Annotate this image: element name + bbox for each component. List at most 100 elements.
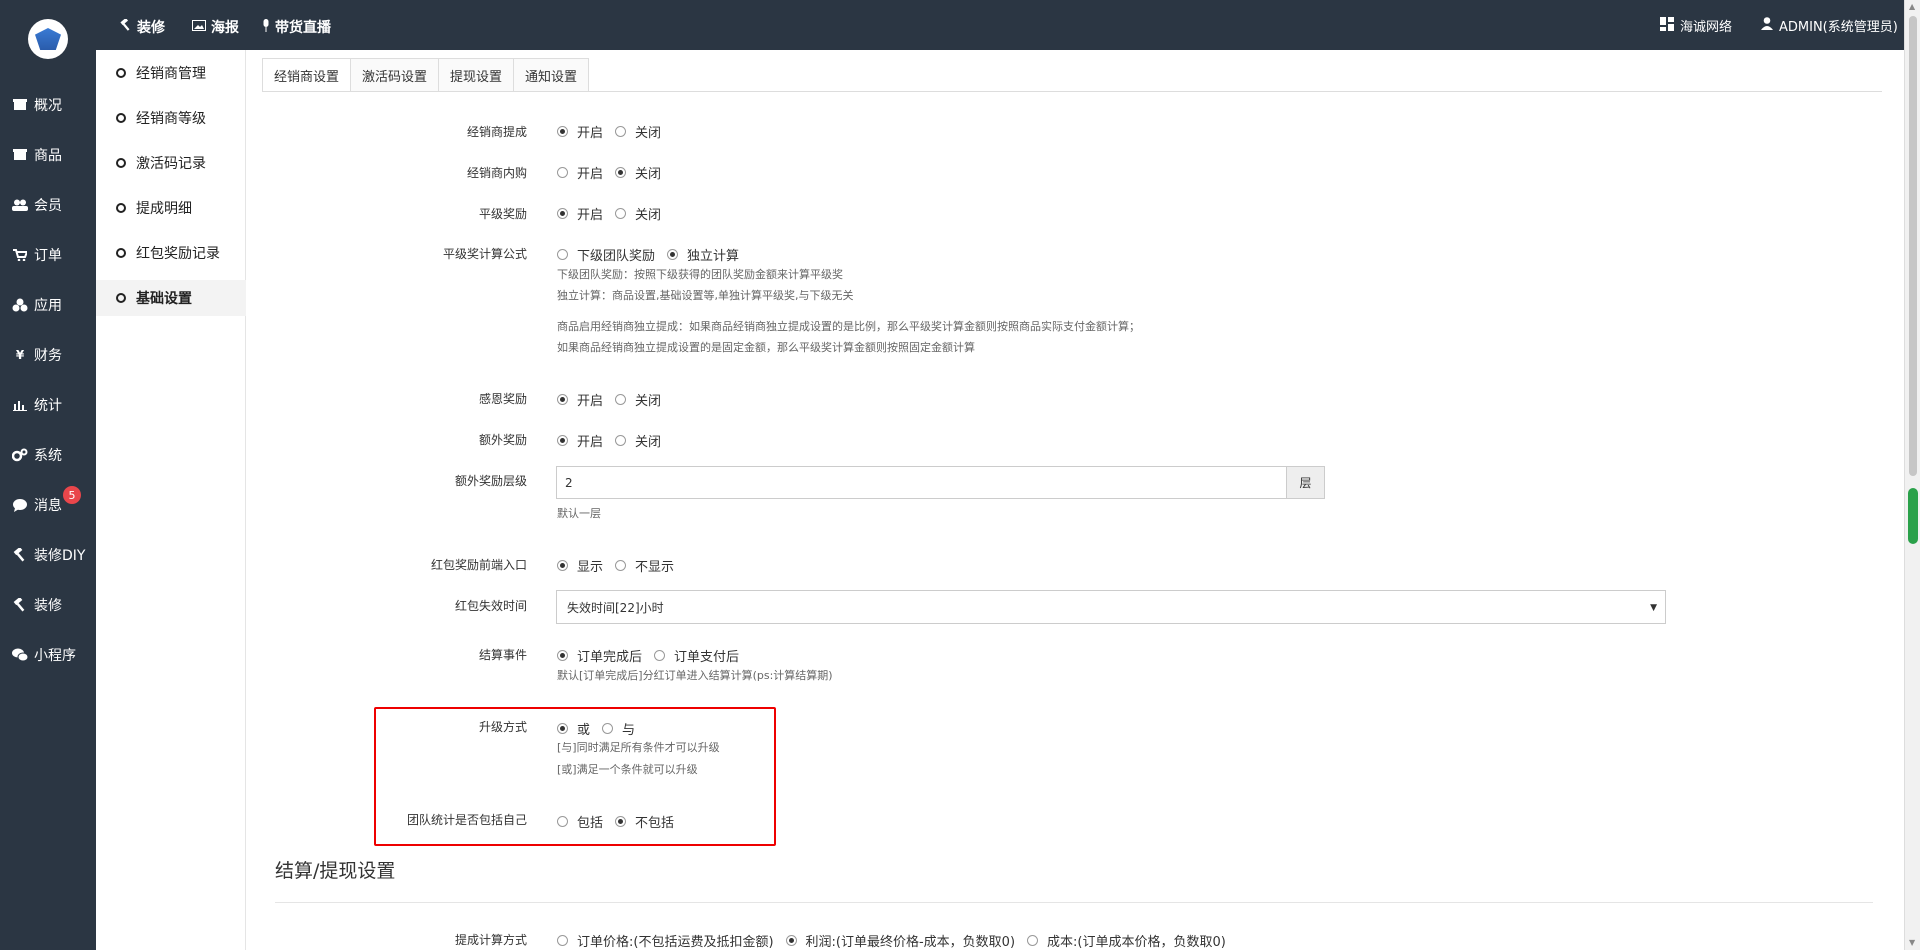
nav-messages[interactable]: 消息: [0, 485, 96, 525]
nav-miniprogram[interactable]: 小程序: [0, 635, 96, 675]
radio-label: 成本:(订单成本价格，负数取0): [1047, 935, 1226, 950]
radio-calc-cost[interactable]: 成本:(订单成本价格，负数取0): [1027, 931, 1226, 950]
tab-notify-settings[interactable]: 通知设置: [513, 58, 590, 92]
package-icon: [12, 148, 28, 162]
radio-commission-on[interactable]: 开启: [557, 122, 603, 141]
label-redpack-entry: 红包奖励前端入口: [430, 558, 527, 572]
radio-redpack-show[interactable]: 显示: [557, 556, 603, 575]
label-extra-level: 额外奖励层级: [454, 474, 527, 488]
subnav-item-basic-settings[interactable]: 基础设置: [96, 280, 246, 316]
page-scrollbar[interactable]: ▲ ▼: [1904, 0, 1920, 950]
radio-label: 关闭: [635, 126, 662, 141]
subnav-label: 提成明细: [136, 201, 192, 217]
image-icon: [192, 19, 206, 35]
subnav-item-dealer-manage[interactable]: 经销商管理: [96, 55, 246, 91]
radio-dot: [557, 249, 568, 260]
radio-dot: [615, 560, 627, 571]
radio-label: 不包括: [635, 816, 675, 831]
subnav-item-commission-detail[interactable]: 提成明细: [96, 190, 246, 226]
radio-dot: [654, 650, 666, 661]
radio-dot: [615, 167, 627, 178]
radio-settle-paid[interactable]: 订单支付后: [654, 646, 739, 665]
nav-label: 消息: [34, 498, 62, 514]
radio-peer-formula-independent[interactable]: 独立计算: [667, 245, 739, 264]
radio-internal-buy-off[interactable]: 关闭: [615, 163, 661, 182]
help-peer-formula-2: 独立计算：商品设置,基础设置等,单独计算平级奖,与下级无关: [557, 289, 854, 302]
scroll-thumb[interactable]: [1909, 16, 1917, 476]
redpack-expire-select[interactable]: 失效时间[22]小时 ▼: [556, 590, 1666, 624]
radio-settle-complete[interactable]: 订单完成后: [557, 646, 642, 665]
extra-level-input-group: 层: [556, 466, 1325, 499]
radio-peer-formula-team[interactable]: 下级团队奖励: [557, 245, 655, 264]
radio-label: 独立计算: [687, 249, 740, 264]
nav-apps[interactable]: 应用: [0, 285, 96, 325]
nav-stats[interactable]: 统计: [0, 385, 96, 425]
radio-dot: [557, 560, 568, 571]
radio-gratitude-off[interactable]: 关闭: [615, 390, 661, 409]
scroll-down-icon[interactable]: ▼: [1909, 938, 1915, 947]
circle-icon: [116, 158, 126, 168]
top-link-poster[interactable]: 海报: [192, 17, 239, 37]
radio-upgrade-and[interactable]: 与: [602, 719, 635, 738]
subnav-item-dealer-level[interactable]: 经销商等级: [96, 100, 246, 136]
tab-dealer-settings[interactable]: 经销商设置: [262, 58, 352, 92]
label-peer-formula: 平级奖计算公式: [442, 247, 527, 261]
label-team-include-self: 团队统计是否包括自己: [406, 813, 527, 827]
radio-label: 开启: [577, 208, 604, 223]
radio-commission-off[interactable]: 关闭: [615, 122, 661, 141]
radio-internal-buy-on[interactable]: 开启: [557, 163, 603, 182]
radio-upgrade-or[interactable]: 或: [557, 719, 590, 738]
radio-peer-reward-on[interactable]: 开启: [557, 204, 603, 223]
subnav-label: 激活码记录: [136, 156, 206, 172]
radio-gratitude-on[interactable]: 开启: [557, 390, 603, 409]
hammer-icon: [12, 598, 28, 612]
tabs-divider: [262, 91, 1882, 92]
extra-level-input[interactable]: [556, 466, 1286, 499]
radio-label: 关闭: [635, 435, 662, 450]
nav-goods[interactable]: 商品: [0, 135, 96, 175]
nav-decor-diy[interactable]: 装修DIY: [0, 535, 96, 575]
radio-label: 关闭: [635, 167, 662, 182]
top-link-live[interactable]: 带货直播: [262, 17, 331, 37]
radio-label: 订单价格:(不包括运费及抵扣金额): [577, 935, 774, 950]
radio-extra-off[interactable]: 关闭: [615, 431, 661, 450]
radio-group-gratitude-reward: 开启 关闭: [557, 390, 673, 409]
label-peer-reward: 平级奖励: [478, 207, 527, 221]
radio-group-internal-buy: 开启 关闭: [557, 163, 673, 182]
label-upgrade-mode: 升级方式: [478, 720, 527, 734]
label-internal-buy: 经销商内购: [466, 166, 527, 180]
nav-overview[interactable]: 概况: [0, 85, 96, 125]
nav-system[interactable]: 系统: [0, 435, 96, 475]
label-settle-event: 结算事件: [478, 648, 527, 662]
logo[interactable]: [28, 19, 68, 59]
subnav-item-redpack-log[interactable]: 红包奖励记录: [96, 235, 246, 271]
nav-finance[interactable]: ¥ 财务: [0, 335, 96, 375]
top-link-decor[interactable]: 装修: [120, 17, 165, 37]
radio-calc-profit[interactable]: 利润:(订单最终价格-成本，负数取0): [785, 931, 1015, 950]
chart-icon: [12, 398, 28, 412]
nav-decor[interactable]: 装修: [0, 585, 96, 625]
company-link[interactable]: 海诚网络: [1660, 16, 1732, 35]
nav-label: 系统: [34, 448, 62, 464]
radio-dot: [557, 394, 568, 405]
radio-dot: [557, 435, 568, 446]
tab-activation-settings[interactable]: 激活码设置: [350, 58, 440, 92]
user-menu[interactable]: ADMIN(系统管理员): [1761, 16, 1898, 35]
nav-orders[interactable]: 订单: [0, 235, 96, 275]
tab-withdraw-settings[interactable]: 提现设置: [438, 58, 515, 92]
radio-exclude-self[interactable]: 不包括: [615, 812, 674, 831]
radio-redpack-hide[interactable]: 不显示: [615, 556, 674, 575]
radio-peer-reward-off[interactable]: 关闭: [615, 204, 661, 223]
label-redpack-expire: 红包失效时间: [454, 599, 527, 613]
radio-dot: [615, 435, 627, 446]
scroll-up-icon[interactable]: ▲: [1909, 2, 1915, 11]
select-value: 失效时间[22]小时: [567, 600, 664, 615]
subnav-item-activation-log[interactable]: 激活码记录: [96, 145, 246, 181]
nav-label: 统计: [34, 398, 62, 414]
radio-include-self[interactable]: 包括: [557, 812, 603, 831]
nav-members[interactable]: 会员: [0, 185, 96, 225]
radio-extra-on[interactable]: 开启: [557, 431, 603, 450]
radio-group-peer-formula: 下级团队奖励 独立计算: [557, 245, 751, 264]
radio-group-redpack-entry: 显示 不显示: [557, 556, 686, 575]
radio-calc-order-price[interactable]: 订单价格:(不包括运费及抵扣金额): [557, 931, 774, 950]
